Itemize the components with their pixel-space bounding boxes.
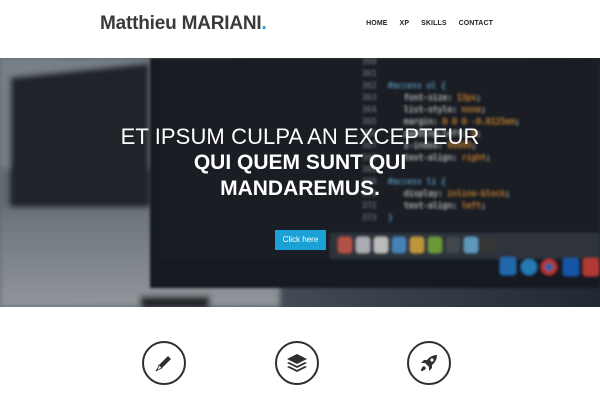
hero-line-3: MANDAREMUS.: [220, 177, 380, 200]
main-nav: HOME XP SKILLS CONTACT: [366, 20, 493, 27]
rocket-icon: [407, 341, 451, 385]
brand-name: Matthieu MARIANI: [100, 13, 262, 34]
pen-icon: [142, 341, 186, 385]
nav-contact[interactable]: CONTACT: [459, 20, 493, 27]
features-section: [0, 307, 600, 400]
site-header: Matthieu MARIANI. HOME XP SKILLS CONTACT: [0, 0, 600, 58]
brand-dot: .: [261, 13, 267, 34]
hero-section: 360 361 362 363 364 365 366 367 368 369 …: [0, 58, 600, 307]
hero-line-2: QUI QUEM SUNT QUI: [193, 151, 407, 174]
hero-line-1: ET IPSUM CULPA AN EXCEPTEUR: [120, 124, 480, 149]
site-logo[interactable]: Matthieu MARIANI.: [100, 13, 267, 35]
nav-xp[interactable]: XP: [400, 20, 410, 27]
click-here-button[interactable]: Click here: [275, 230, 326, 250]
hero-headline: ET IPSUM CULPA AN EXCEPTEUR QUI QUEM SUN…: [0, 124, 600, 202]
nav-home[interactable]: HOME: [366, 20, 387, 27]
layers-icon: [275, 341, 319, 385]
nav-skills[interactable]: SKILLS: [421, 20, 447, 27]
